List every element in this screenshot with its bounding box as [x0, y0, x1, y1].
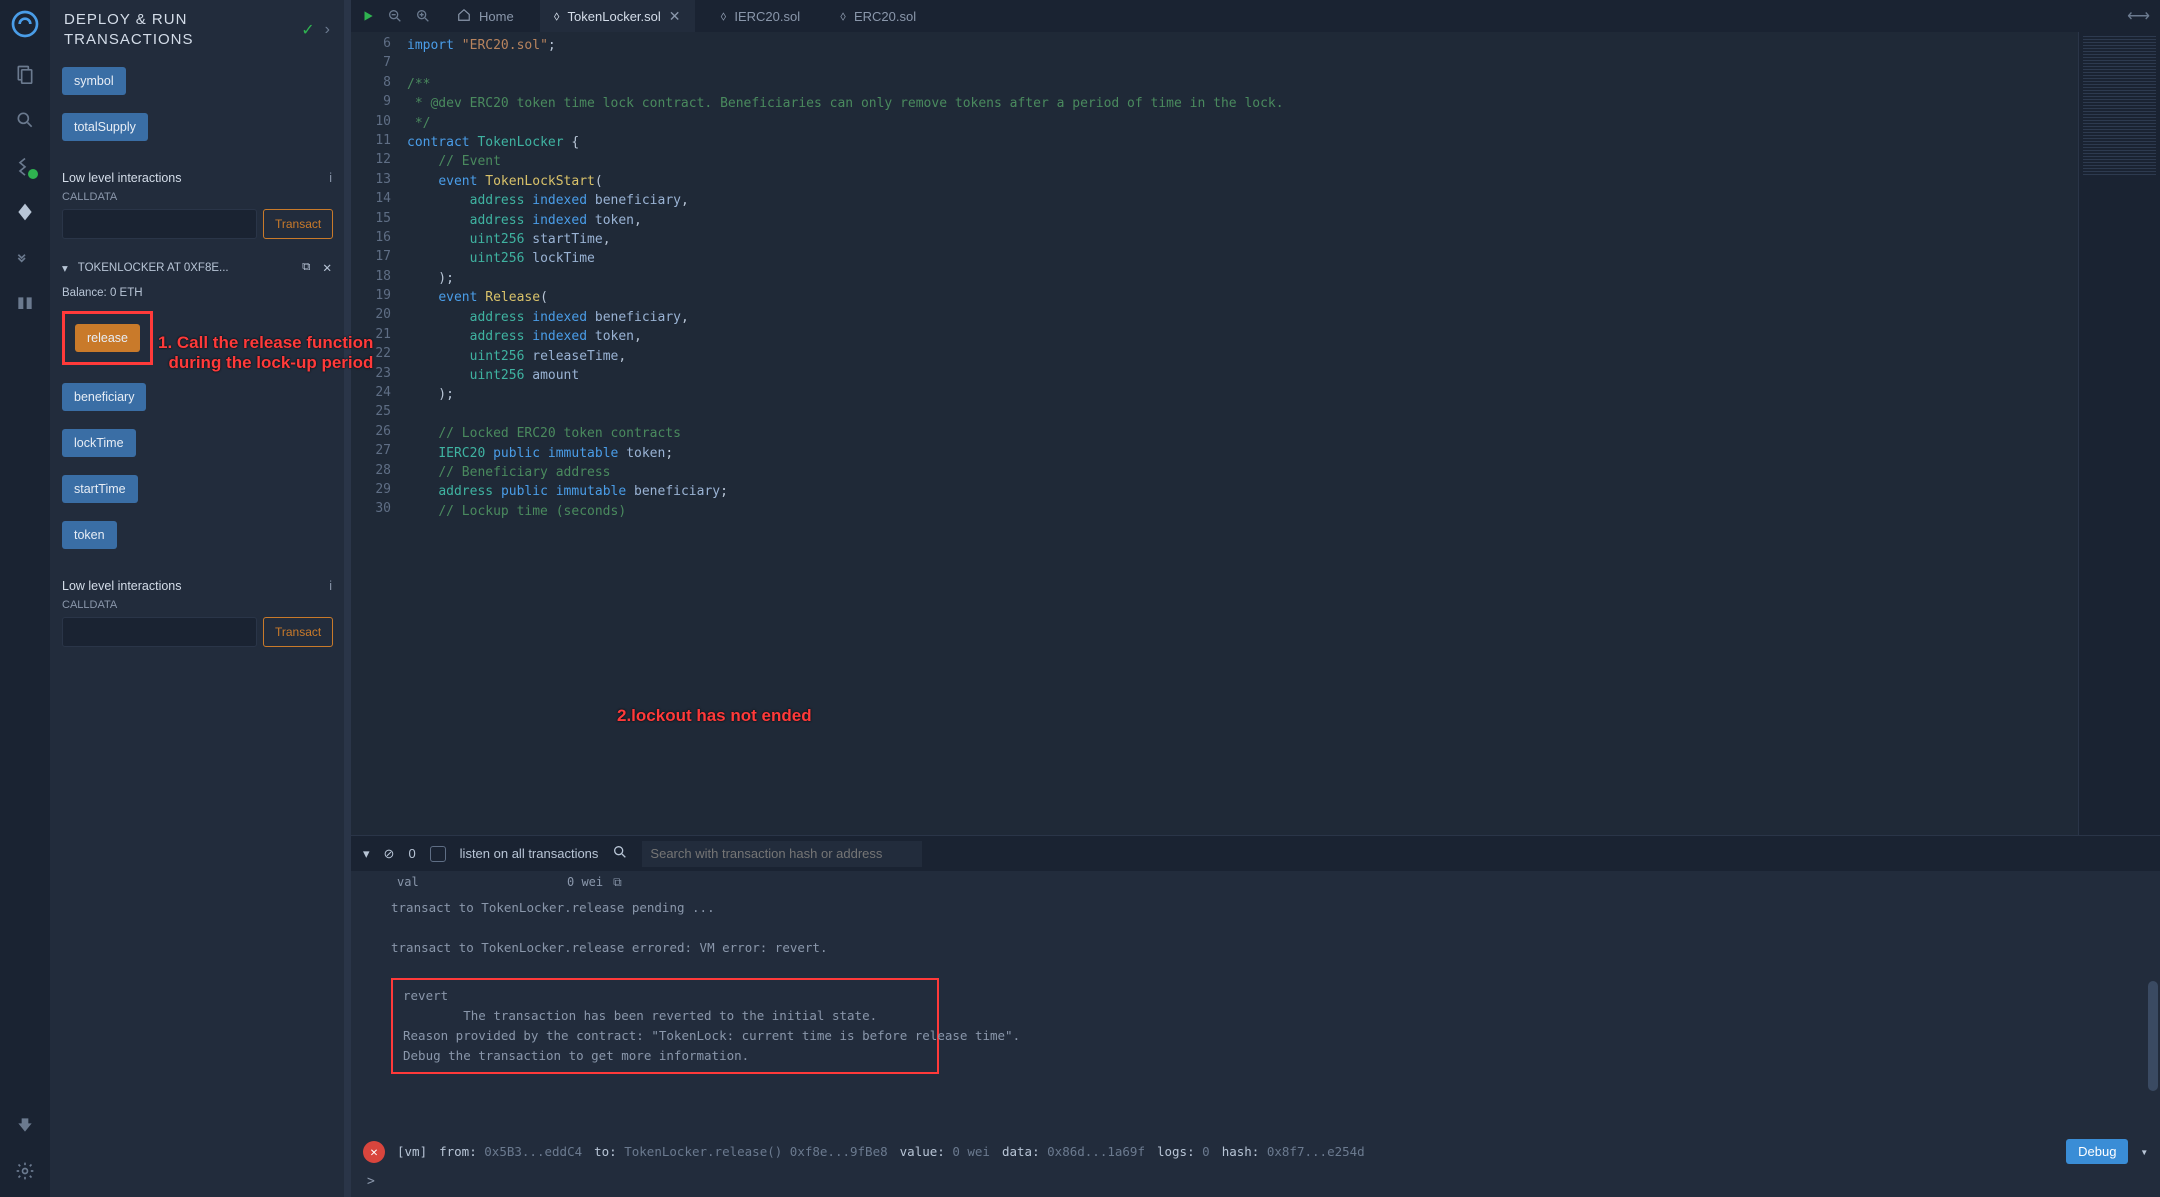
release-button[interactable]: release	[75, 324, 140, 352]
terminal-footer: ✕ [vm] from: 0x5B3...eddC4 to: TokenLock…	[351, 1131, 2160, 1172]
pending-count: 0	[408, 846, 415, 861]
calldata-input[interactable]	[62, 209, 257, 239]
run-icon[interactable]	[361, 9, 375, 23]
term-line: The transaction has been reverted to the…	[403, 1006, 927, 1026]
status-badge-ok	[28, 169, 38, 179]
term-col-wei: 0 wei	[567, 875, 603, 890]
settings-icon[interactable]	[13, 1159, 37, 1183]
tab-home[interactable]: Home	[443, 0, 528, 32]
chevron-right-icon[interactable]: ›	[325, 21, 330, 39]
collapse-icon[interactable]: ▾	[363, 846, 370, 862]
term-line: Reason provided by the contract: "TokenL…	[403, 1026, 927, 1046]
locktime-button[interactable]: lockTime	[62, 429, 136, 457]
solidity-icon: ⬨	[840, 8, 846, 24]
solidity-icon: ⬨	[554, 8, 560, 24]
terminal-search-input[interactable]	[642, 841, 922, 867]
terminal-prompt[interactable]: >	[351, 1172, 2160, 1197]
token-button[interactable]: token	[62, 521, 117, 549]
tab-erc20[interactable]: ⬨ ERC20.sol	[826, 0, 930, 32]
error-icon: ✕	[363, 1141, 385, 1163]
totalsupply-button[interactable]: totalSupply	[62, 113, 148, 141]
plugin-icon[interactable]	[13, 1113, 37, 1137]
chevron-down-icon[interactable]: ▾	[2140, 1144, 2148, 1159]
zoom-out-icon[interactable]	[387, 8, 403, 24]
release-highlight-box: release	[62, 311, 153, 365]
transact-button[interactable]: Transact	[263, 209, 333, 239]
side-panel: DEPLOY & RUN TRANSACTIONS ✓ › symbol tot…	[50, 0, 345, 1197]
check-icon: ✓	[301, 20, 314, 40]
close-icon[interactable]: ✕	[322, 261, 332, 275]
copy-icon[interactable]: ⧉	[302, 261, 310, 275]
listen-checkbox[interactable]	[430, 846, 446, 862]
term-line: revert	[403, 986, 927, 1006]
info-icon[interactable]: i	[329, 579, 332, 593]
term-col-val: val	[397, 875, 567, 890]
main-area: Home ⬨ TokenLocker.sol ✕ ⬨ IERC20.sol ⬨ …	[351, 0, 2160, 1197]
book-icon[interactable]	[13, 292, 37, 316]
search-icon[interactable]	[13, 108, 37, 132]
terminal-toolbar: ▾ ⊘ 0 listen on all transactions	[351, 835, 2160, 871]
symbol-button[interactable]: symbol	[62, 67, 126, 95]
panel-title: DEPLOY & RUN TRANSACTIONS	[64, 10, 291, 49]
transact-button-2[interactable]: Transact	[263, 617, 333, 647]
minimap[interactable]	[2078, 32, 2160, 835]
compiler-icon[interactable]	[13, 154, 37, 178]
search-icon[interactable]	[612, 844, 628, 863]
chevron-down-icon[interactable]: ▾	[62, 261, 68, 275]
icon-rail	[0, 0, 50, 1197]
expand-icon[interactable]: ⟷	[2127, 6, 2160, 26]
copy-icon[interactable]: ⧉	[613, 875, 622, 890]
tab-tokenlocker[interactable]: ⬨ TokenLocker.sol ✕	[540, 0, 695, 32]
editor-toolbar: Home ⬨ TokenLocker.sol ✕ ⬨ IERC20.sol ⬨ …	[351, 0, 2160, 32]
home-icon	[457, 8, 471, 25]
debug-button[interactable]: Debug	[2066, 1139, 2128, 1164]
balance-line: Balance: 0 ETH	[62, 287, 332, 299]
annotation-2: 2.lockout has not ended	[617, 706, 812, 726]
low-level-header: Low level interactions i	[62, 171, 332, 185]
remix-logo[interactable]	[9, 8, 41, 40]
calldata-label-2: CALLDATA	[62, 599, 332, 611]
debugger-icon[interactable]	[13, 246, 37, 270]
instance-header[interactable]: ▾ TOKENLOCKER AT 0XF8E... ⧉ ✕	[62, 255, 332, 281]
term-line: transact to TokenLocker.release pending …	[391, 898, 2148, 918]
info-icon[interactable]: i	[329, 171, 332, 185]
beneficiary-button[interactable]: beneficiary	[62, 383, 146, 411]
close-icon[interactable]: ✕	[669, 8, 681, 25]
starttime-button[interactable]: startTime	[62, 475, 138, 503]
error-highlight-box: revert The transaction has been reverted…	[391, 978, 939, 1074]
line-gutter: 6789101112131415161718192021222324252627…	[351, 32, 407, 835]
term-line: Debug the transaction to get more inform…	[403, 1046, 927, 1066]
term-line: transact to TokenLocker.release errored:…	[391, 938, 2148, 958]
annotation-1: 1. Call the release function during the …	[158, 333, 373, 373]
terminal-scrollbar[interactable]	[2148, 981, 2158, 1091]
calldata-label: CALLDATA	[62, 191, 332, 203]
file-explorer-icon[interactable]	[13, 62, 37, 86]
terminal-body[interactable]: val 0 wei ⧉ transact to TokenLocker.rele…	[351, 871, 2160, 1131]
deploy-icon[interactable]	[13, 200, 37, 224]
side-header: DEPLOY & RUN TRANSACTIONS ✓ ›	[50, 0, 344, 59]
low-level-header-2: Low level interactions i	[62, 579, 332, 593]
tab-ierc20[interactable]: ⬨ IERC20.sol	[707, 0, 815, 32]
listen-label: listen on all transactions	[460, 846, 599, 861]
zoom-in-icon[interactable]	[415, 8, 431, 24]
solidity-icon: ⬨	[721, 8, 727, 24]
calldata-input-2[interactable]	[62, 617, 257, 647]
instance-label: TOKENLOCKER AT 0XF8E...	[78, 262, 229, 274]
clear-icon[interactable]: ⊘	[384, 846, 395, 862]
